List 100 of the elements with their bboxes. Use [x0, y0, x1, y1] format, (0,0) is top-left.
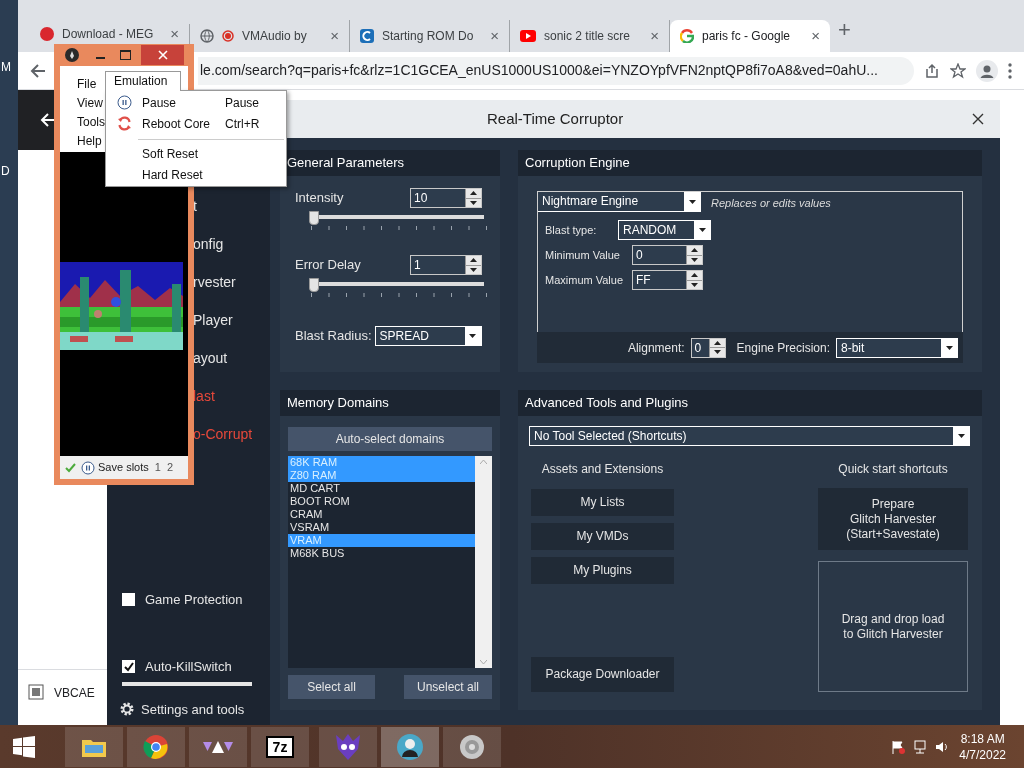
close-icon[interactable] — [972, 113, 984, 125]
save-slot[interactable]: 1 — [154, 459, 161, 476]
number-field[interactable]: 0 — [632, 245, 703, 265]
taskbar-button[interactable] — [443, 726, 501, 767]
tab-close-button[interactable]: × — [330, 24, 339, 48]
caret-icon — [694, 221, 710, 239]
dropdown[interactable]: RANDOM — [618, 220, 711, 240]
slider-label: Intensity — [295, 189, 344, 208]
panel-header: Advanced Tools and Plugins — [518, 390, 982, 416]
speaker-icon — [459, 733, 485, 760]
spinner-icon[interactable] — [686, 246, 702, 264]
status-label: Save slots — [98, 460, 149, 476]
maximize-icon[interactable] — [120, 50, 131, 60]
taskbar-button[interactable] — [189, 726, 247, 767]
select-all-button[interactable]: Select all — [288, 675, 375, 699]
creature-icon — [334, 732, 362, 761]
taskbar-button[interactable] — [381, 726, 439, 767]
settings-icon[interactable] — [119, 701, 135, 718]
sidebar-item[interactable]: onfig — [193, 234, 224, 254]
engine-description: Replaces or edits values — [711, 196, 831, 211]
clock-date[interactable]: 4/7/2022 — [959, 746, 1006, 763]
domain-item[interactable]: VSRAM — [288, 521, 475, 534]
auto-select-button[interactable]: Auto-select domains — [288, 427, 492, 451]
star-icon[interactable] — [950, 62, 966, 79]
archive-logo: 7z — [266, 735, 294, 758]
desktop-icon-label[interactable]: D — [1, 162, 10, 180]
network-icon[interactable] — [913, 739, 928, 754]
dropdown[interactable]: SPREAD — [374, 326, 482, 346]
menu-entry[interactable]: Pause Pause — [106, 92, 286, 114]
browser-tab[interactable]: paris fc - Google × — [670, 20, 830, 52]
taskbar-button[interactable] — [65, 726, 123, 767]
result-label: VBCAE — [54, 685, 95, 702]
video-play-icon — [520, 30, 536, 42]
tab-title: VMAudio by — [242, 28, 308, 45]
tab-title: paris fc - Google — [702, 28, 792, 45]
spinner-icon[interactable] — [465, 256, 481, 274]
sidebar-item[interactable]: ayout — [193, 348, 228, 368]
slider-track[interactable] — [311, 211, 484, 223]
share-icon[interactable] — [924, 62, 940, 79]
save-slot[interactable]: 2 — [166, 459, 173, 476]
profile-icon[interactable] — [976, 59, 998, 82]
tab-close-button[interactable]: × — [811, 24, 820, 48]
domain-item[interactable]: BOOT ROM — [288, 495, 475, 508]
menu-dots-icon[interactable] — [1008, 62, 1012, 79]
asset-button[interactable]: My VMDs — [531, 523, 674, 550]
prepare-harvester-button[interactable]: Prepare Glitch Harvester (Start+Savestate) — [818, 488, 968, 550]
checkbox[interactable] — [122, 592, 135, 606]
dropdown[interactable]: Nightmare Engine — [538, 192, 701, 212]
taskbar-button[interactable] — [127, 726, 185, 767]
tab-close-button[interactable]: × — [490, 24, 499, 48]
caret-icon — [464, 327, 481, 345]
dropdown[interactable]: 8-bit — [836, 337, 958, 358]
flag-icon[interactable] — [891, 739, 906, 754]
sidebar-item[interactable]: o-Corrupt — [193, 424, 253, 444]
sidebar-item[interactable]: rvester — [193, 272, 236, 292]
domain-item[interactable]: CRAM — [288, 508, 475, 521]
volume-icon[interactable] — [935, 739, 950, 754]
menu-title[interactable]: Emulation — [105, 71, 181, 91]
tab-close-button[interactable]: × — [650, 24, 659, 48]
settings-link[interactable]: Settings and tools — [141, 699, 245, 719]
slider-thumb[interactable] — [309, 278, 320, 292]
dropdown[interactable]: No Tool Selected (Shortcuts) — [529, 426, 970, 446]
domain-item[interactable]: M68K BUS — [288, 547, 475, 560]
windows-logo-icon[interactable] — [13, 735, 35, 758]
taskbar-button[interactable] — [319, 726, 377, 767]
menu-entry[interactable]: Reboot Core Ctrl+R — [106, 113, 286, 135]
desktop-icon-label[interactable]: M — [1, 58, 11, 76]
sidebar-item[interactable]: Player — [193, 310, 233, 330]
clock-time[interactable]: 8:18 AM — [960, 730, 1005, 747]
checkbox[interactable] — [122, 660, 135, 674]
back-arrow-icon[interactable] — [30, 62, 46, 79]
tab-close-button[interactable]: × — [170, 22, 179, 46]
sidebar-item[interactable]: last — [193, 386, 215, 406]
asset-button[interactable]: My Lists — [531, 489, 674, 516]
package-downloader-button[interactable]: Package Downloader — [531, 657, 674, 692]
number-field[interactable]: 0 — [690, 337, 726, 358]
number-field[interactable]: 1 — [410, 255, 482, 275]
new-tab-button[interactable]: + — [838, 13, 851, 46]
drop-zone[interactable]: Drag and drop load to Glitch Harvester — [818, 561, 968, 692]
section-title: Quick start shortcuts — [837, 461, 949, 478]
slider-thumb[interactable] — [309, 211, 320, 225]
spinner-icon[interactable] — [465, 189, 481, 207]
unselect-all-button[interactable]: Unselect all — [404, 675, 492, 699]
spinner-icon[interactable] — [686, 271, 702, 289]
pause-icon[interactable] — [81, 460, 95, 475]
asset-button[interactable]: My Plugins — [531, 557, 674, 584]
caret-icon — [684, 192, 700, 211]
address-bar[interactable]: le.com/search?q=paris+fc&rlz=1C1GCEA_enUS1000US1000&ei=YNZOYpfVFN2nptQP8fi7oA8&ved=0ahU... — [198, 56, 914, 85]
reload-icon — [116, 116, 132, 132]
field-label: Maximum Value — [545, 272, 625, 288]
spinner-icon[interactable] — [708, 338, 725, 357]
close-button[interactable] — [141, 45, 184, 65]
number-field[interactable]: 10 — [410, 188, 482, 208]
taskbar-button[interactable]: 7z — [251, 726, 309, 767]
globe-icon — [200, 29, 214, 43]
domain-item[interactable]: MD CART — [288, 482, 475, 495]
slider-track[interactable] — [311, 278, 484, 290]
domain-list[interactable]: 68K RAM Z80 RAM MD CART BOOT ROM CRAM VSRAM VRAM M68K BUS — [288, 456, 492, 668]
number-field[interactable]: FF — [632, 270, 703, 290]
field-label: Blast type: — [545, 222, 598, 238]
